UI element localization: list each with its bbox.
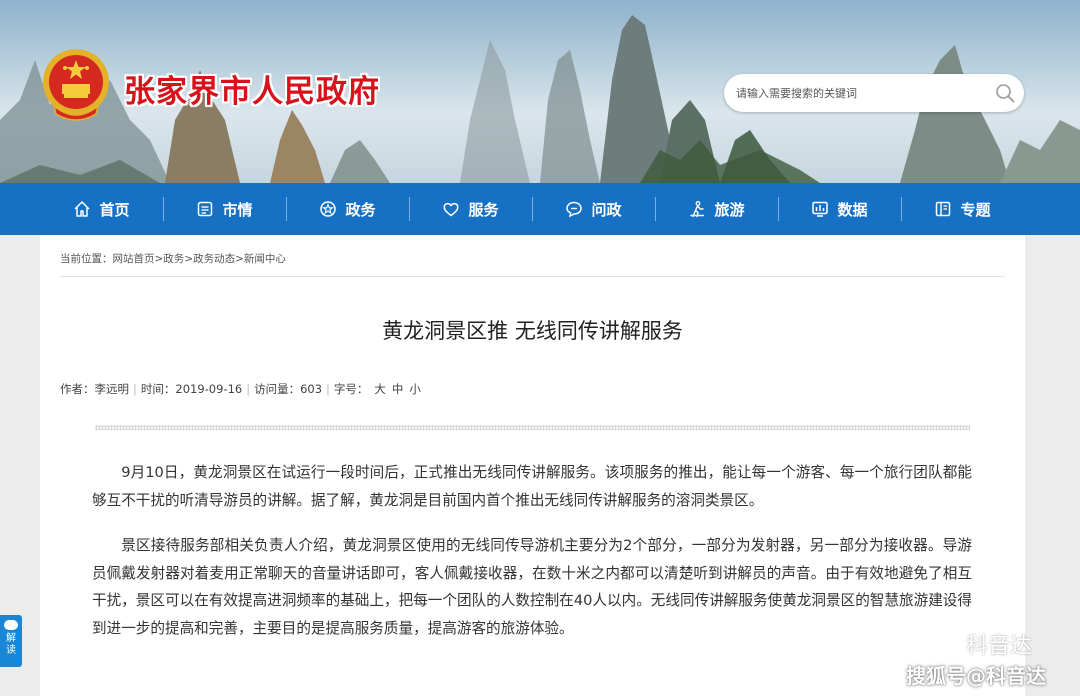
time-label: 时间： [140, 382, 176, 396]
nav-item-home[interactable]: 首页 [40, 183, 163, 235]
time-value: 2019-09-16 [175, 382, 243, 396]
breadcrumb: 当前位置：网站首页>政务>政务动态>新闻中心 [60, 251, 286, 266]
nav-item-tourism[interactable]: 旅游 [655, 183, 778, 235]
interpretation-side-tab[interactable]: 解 读 [0, 615, 22, 667]
views-label: 访问量： [254, 382, 301, 396]
side-tab-label-1: 解 [6, 633, 16, 644]
badge-icon [320, 201, 337, 217]
nav-item-inquiry[interactable]: 问政 [532, 183, 655, 235]
article-paragraph: 9月10日，黄龙洞景区在试运行一段时间后，正式推出无线同传讲解服务。该项服务的推… [92, 464, 972, 509]
article-panel: 当前位置：网站首页>政务>政务动态>新闻中心 黄龙洞景区推 无线同传讲解服务 作… [40, 235, 1025, 696]
breadcrumb-prefix: 当前位置： [60, 253, 113, 265]
article-body: 9月10日，黄龙洞景区在试运行一段时间后，正式推出无线同传讲解服务。该项服务的推… [92, 459, 972, 661]
nav-label: 旅游 [714, 200, 745, 219]
search-box [724, 74, 1024, 112]
search-icon[interactable] [994, 82, 1016, 104]
divider [60, 276, 1005, 277]
font-size-medium-button[interactable]: 中 [392, 382, 404, 396]
nav-label: 服务 [468, 200, 499, 219]
nav-item-city-info[interactable]: 市情 [163, 183, 286, 235]
font-size-small-button[interactable]: 小 [409, 382, 421, 396]
watermark-brand: 科音达 [966, 634, 1033, 659]
nav-label: 政务 [345, 200, 376, 219]
chat-icon [566, 201, 583, 218]
article-title: 黄龙洞景区推 无线同传讲解服务 [382, 319, 683, 343]
nav-item-data[interactable]: 数据 [778, 183, 901, 235]
site-title[interactable]: 张家界市人民政府 [124, 66, 380, 111]
nav-label: 数据 [837, 200, 868, 219]
dotted-divider [95, 425, 970, 430]
font-size-large-button[interactable]: 大 [374, 382, 386, 396]
header-banner: 张家界市人民政府 [0, 0, 1080, 183]
author-label: 作者： [60, 382, 95, 396]
sohu-watermark: 搜狐号@科音达 [906, 664, 1046, 688]
breadcrumb-path[interactable]: 网站首页>政务>政务动态>新闻中心 [113, 253, 286, 265]
main-nav: 首页 市情 政务 服务 问政 旅游 数据 专题 [0, 183, 1080, 235]
hiker-icon [690, 201, 705, 218]
author-value: 李远明 [94, 382, 130, 396]
nav-item-government[interactable]: 政务 [286, 183, 409, 235]
article-paragraph: 景区接待服务部相关负责人介绍，黄龙洞景区使用的无线同传导游机主要分为2个部分，一… [92, 537, 972, 637]
book-icon [936, 201, 951, 217]
nav-item-services[interactable]: 服务 [409, 183, 532, 235]
wechat-watermark-icon [927, 626, 962, 651]
side-tab-label-2: 读 [6, 645, 16, 656]
heart-icon [443, 202, 459, 217]
nav-label: 问政 [591, 200, 622, 219]
fontsize-label: 字号： [333, 382, 369, 396]
nav-label: 首页 [99, 200, 130, 219]
speech-bubble-icon [4, 620, 18, 630]
document-icon [198, 201, 213, 217]
nav-item-topics[interactable]: 专题 [901, 183, 1024, 235]
national-emblem-logo [43, 49, 109, 121]
article-meta: 作者：李远明 | 时间：2019-09-16 | 访问量：603 | 字号：大中小 [60, 382, 421, 396]
views-value: 603 [300, 382, 323, 396]
search-input[interactable] [736, 82, 986, 104]
home-icon [74, 201, 91, 217]
nav-label: 专题 [960, 200, 991, 219]
nav-label: 市情 [222, 200, 253, 219]
chart-icon [812, 201, 829, 217]
